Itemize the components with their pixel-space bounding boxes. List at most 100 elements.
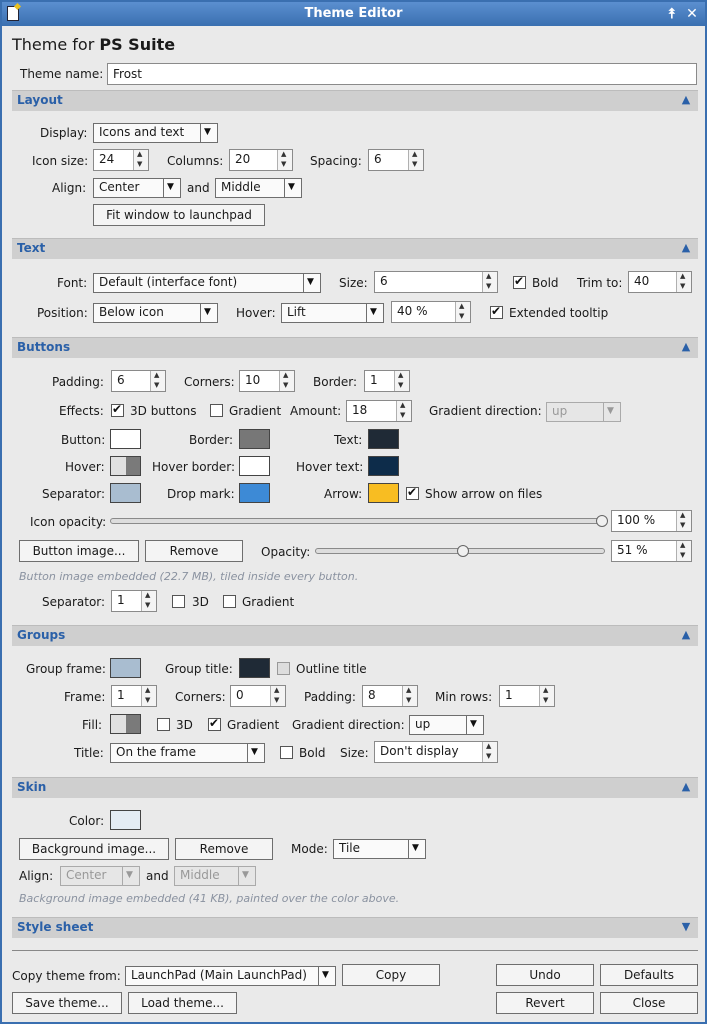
spin-arrows-icon[interactable] (676, 272, 691, 292)
icon-opacity-slider[interactable] (110, 515, 608, 527)
group-bold-checkbox[interactable] (280, 746, 293, 759)
close-icon[interactable]: ✕ (683, 5, 701, 23)
group-title-swatch[interactable] (239, 658, 270, 678)
text-color-swatch[interactable] (368, 429, 399, 449)
section-groups[interactable]: Groups ▲ (12, 625, 698, 646)
gradient-direction-combo[interactable]: up (546, 402, 621, 422)
spin-arrows-icon[interactable] (402, 686, 417, 706)
amount-spinner[interactable]: 18 (346, 400, 412, 422)
remove-background-button[interactable]: Remove (175, 838, 273, 860)
min-rows-spinner[interactable]: 1 (499, 685, 555, 707)
drop-mark-swatch[interactable] (239, 483, 270, 503)
opacity-slider[interactable] (315, 545, 605, 557)
spin-arrows-icon[interactable] (408, 150, 423, 170)
group-corners-spinner[interactable]: 0 (230, 685, 286, 707)
position-combo[interactable]: Below icon (93, 303, 218, 323)
columns-spinner[interactable]: 20 (229, 149, 293, 171)
spin-arrows-icon[interactable] (133, 150, 148, 170)
title-bar[interactable]: Theme Editor ⯭ ✕ (2, 2, 705, 26)
section-skin[interactable]: Skin ▲ (12, 777, 698, 798)
shade-icon[interactable]: ⯭ (663, 5, 681, 23)
spin-arrows-icon[interactable] (270, 686, 285, 706)
bold-checkbox[interactable] (513, 274, 526, 289)
spin-arrows-icon[interactable] (539, 686, 554, 706)
spin-arrows-icon[interactable] (277, 150, 292, 170)
section-text[interactable]: Text ▲ (12, 238, 698, 259)
slider-knob[interactable] (456, 545, 469, 557)
mode-combo[interactable]: Tile (333, 839, 426, 859)
hover-color-swatch[interactable] (110, 456, 141, 476)
spin-arrows-icon[interactable] (455, 302, 470, 322)
collapse-up-icon[interactable]: ▲ (678, 627, 694, 643)
save-theme-button[interactable]: Save theme... (12, 992, 122, 1014)
group-size-spinner[interactable]: Don't display (374, 741, 498, 763)
trim-spinner[interactable]: 40 (628, 271, 692, 293)
text-size-spinner[interactable]: 6 (374, 271, 498, 293)
section-layout[interactable]: Layout ▲ (12, 90, 698, 111)
spin-arrows-icon[interactable] (396, 401, 411, 421)
3d-buttons-checkbox[interactable] (111, 402, 124, 417)
title-position-combo[interactable]: On the frame (110, 743, 265, 763)
spin-arrows-icon[interactable] (482, 272, 497, 292)
spin-arrows-icon[interactable] (141, 686, 156, 706)
section-buttons[interactable]: Buttons ▲ (12, 337, 698, 358)
hover-combo[interactable]: Lift (281, 303, 384, 323)
spin-arrows-icon[interactable] (394, 371, 409, 391)
separator-color-swatch[interactable] (110, 483, 141, 503)
collapse-up-icon[interactable]: ▲ (678, 339, 694, 355)
spin-arrows-icon[interactable] (482, 742, 497, 762)
align-h-combo[interactable]: Center (93, 178, 181, 198)
frame-spinner[interactable]: 1 (111, 685, 157, 707)
fill-swatch[interactable] (110, 714, 141, 734)
spin-arrows-icon[interactable] (676, 511, 691, 531)
theme-name-input[interactable]: Frost (107, 63, 697, 85)
spin-arrows-icon[interactable] (279, 371, 294, 391)
spin-arrows-icon[interactable] (150, 371, 165, 391)
hover-percent-spinner[interactable]: 40 % (391, 301, 471, 323)
skin-color-swatch[interactable] (110, 810, 141, 830)
padding-spinner[interactable]: 6 (111, 370, 166, 392)
corners-spinner[interactable]: 10 (239, 370, 295, 392)
spacing-spinner[interactable]: 6 (368, 149, 424, 171)
copy-source-combo[interactable]: LaunchPad (Main LaunchPad) (125, 966, 336, 986)
separator-spinner[interactable]: 1 (111, 590, 157, 612)
skin-align-v-combo[interactable]: Middle (174, 866, 256, 886)
arrow-color-swatch[interactable] (368, 483, 399, 503)
undo-button[interactable]: Undo (496, 964, 594, 986)
spin-arrows-icon[interactable] (676, 541, 691, 561)
expand-down-icon[interactable]: ▼ (678, 919, 694, 935)
separator-3d-checkbox[interactable] (172, 595, 185, 608)
group-frame-swatch[interactable] (110, 658, 141, 678)
defaults-button[interactable]: Defaults (600, 964, 698, 986)
section-style-sheet[interactable]: Style sheet ▼ (12, 917, 698, 938)
button-color-swatch[interactable] (110, 429, 141, 449)
outline-title-checkbox[interactable] (277, 662, 290, 675)
group-gradient-direction-combo[interactable]: up (409, 715, 484, 735)
collapse-up-icon[interactable]: ▲ (678, 240, 694, 256)
revert-button[interactable]: Revert (496, 992, 594, 1014)
icon-opacity-spinner[interactable]: 100 % (611, 510, 692, 532)
border-color-swatch[interactable] (239, 429, 270, 449)
show-arrow-checkbox[interactable] (406, 485, 419, 500)
hover-border-swatch[interactable] (239, 456, 270, 476)
icon-size-spinner[interactable]: 24 (93, 149, 149, 171)
skin-align-h-combo[interactable]: Center (60, 866, 140, 886)
remove-button-image-button[interactable]: Remove (145, 540, 243, 562)
group-padding-spinner[interactable]: 8 (362, 685, 418, 707)
collapse-up-icon[interactable]: ▲ (678, 92, 694, 108)
group-3d-checkbox[interactable] (157, 718, 170, 731)
align-v-combo[interactable]: Middle (215, 178, 302, 198)
close-button[interactable]: Close (600, 992, 698, 1014)
copy-button[interactable]: Copy (342, 964, 440, 986)
fit-window-button[interactable]: Fit window to launchpad (93, 204, 265, 226)
extended-tooltip-checkbox[interactable] (490, 304, 503, 319)
font-combo[interactable]: Default (interface font) (93, 273, 321, 293)
button-image-button[interactable]: Button image... (19, 540, 139, 562)
collapse-up-icon[interactable]: ▲ (678, 779, 694, 795)
border-width-spinner[interactable]: 1 (364, 370, 410, 392)
separator-gradient-checkbox[interactable] (223, 595, 236, 608)
gradient-checkbox[interactable] (210, 404, 223, 417)
opacity-spinner[interactable]: 51 % (611, 540, 692, 562)
slider-knob[interactable] (596, 515, 608, 527)
hover-text-swatch[interactable] (368, 456, 399, 476)
